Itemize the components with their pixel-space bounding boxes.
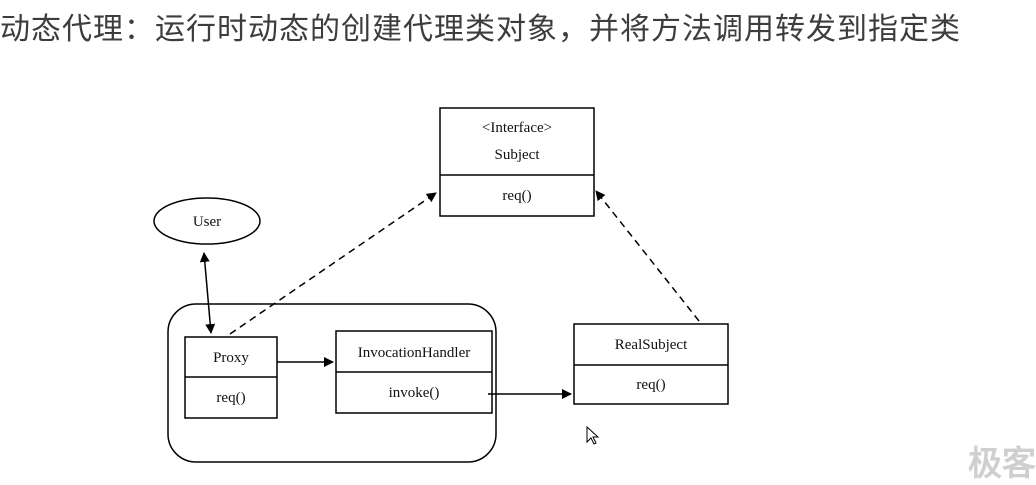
proxy-subject-dashed-arrow bbox=[229, 192, 437, 335]
proxy-box: Proxy req() bbox=[184, 336, 278, 419]
invocation-handler-box: InvocationHandler invoke() bbox=[335, 330, 493, 414]
realsubject-subject-dashed-arrow bbox=[595, 190, 700, 322]
class-diagram: <Interface> Subject req() User Proxy req… bbox=[153, 107, 729, 463]
handler-name: InvocationHandler bbox=[358, 345, 470, 361]
realsubject-name: RealSubject bbox=[615, 337, 688, 353]
mouse-cursor-icon bbox=[586, 426, 600, 445]
realsubject-method: req() bbox=[636, 377, 665, 393]
handler-method: invoke() bbox=[389, 385, 440, 401]
user-proxy-arrow bbox=[199, 252, 216, 334]
subject-stereotype: <Interface> bbox=[482, 120, 552, 136]
proxy-method: req() bbox=[216, 390, 245, 406]
realsubject-box: RealSubject req() bbox=[573, 323, 729, 405]
watermark-logo: 极客 bbox=[968, 444, 1036, 484]
user-label: User bbox=[193, 214, 221, 230]
proxy-name: Proxy bbox=[213, 350, 249, 366]
user-node: User bbox=[153, 197, 261, 245]
subject-method: req() bbox=[502, 188, 531, 204]
subject-box: <Interface> Subject req() bbox=[439, 107, 595, 217]
subject-name: Subject bbox=[495, 147, 541, 163]
